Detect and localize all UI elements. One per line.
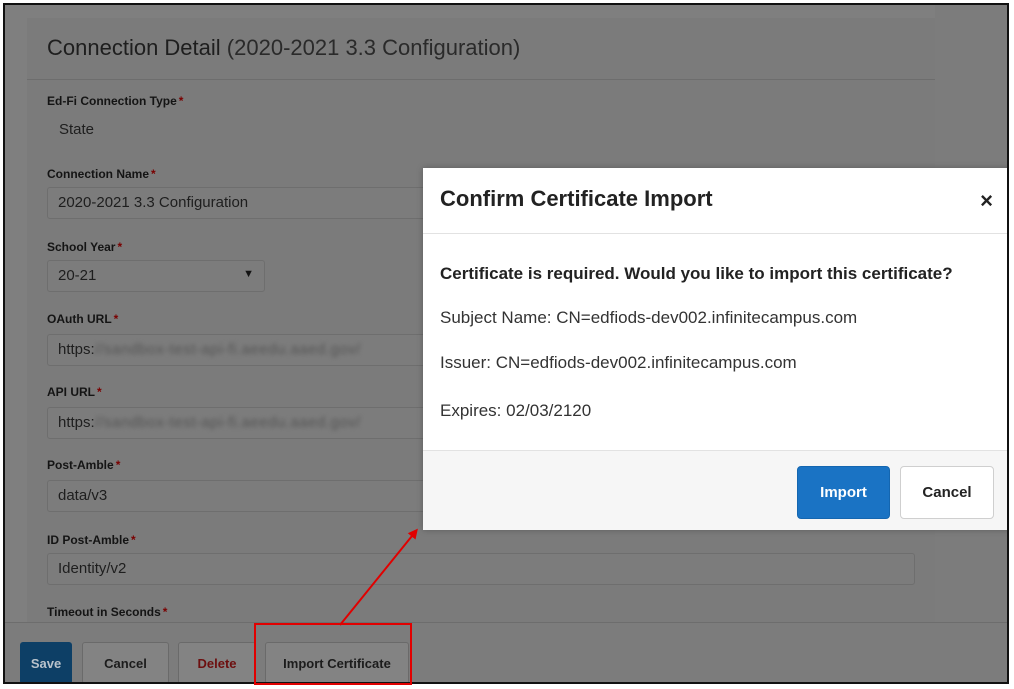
annotation-arrow-line: [339, 528, 418, 626]
annotation-arrow: [339, 528, 418, 626]
